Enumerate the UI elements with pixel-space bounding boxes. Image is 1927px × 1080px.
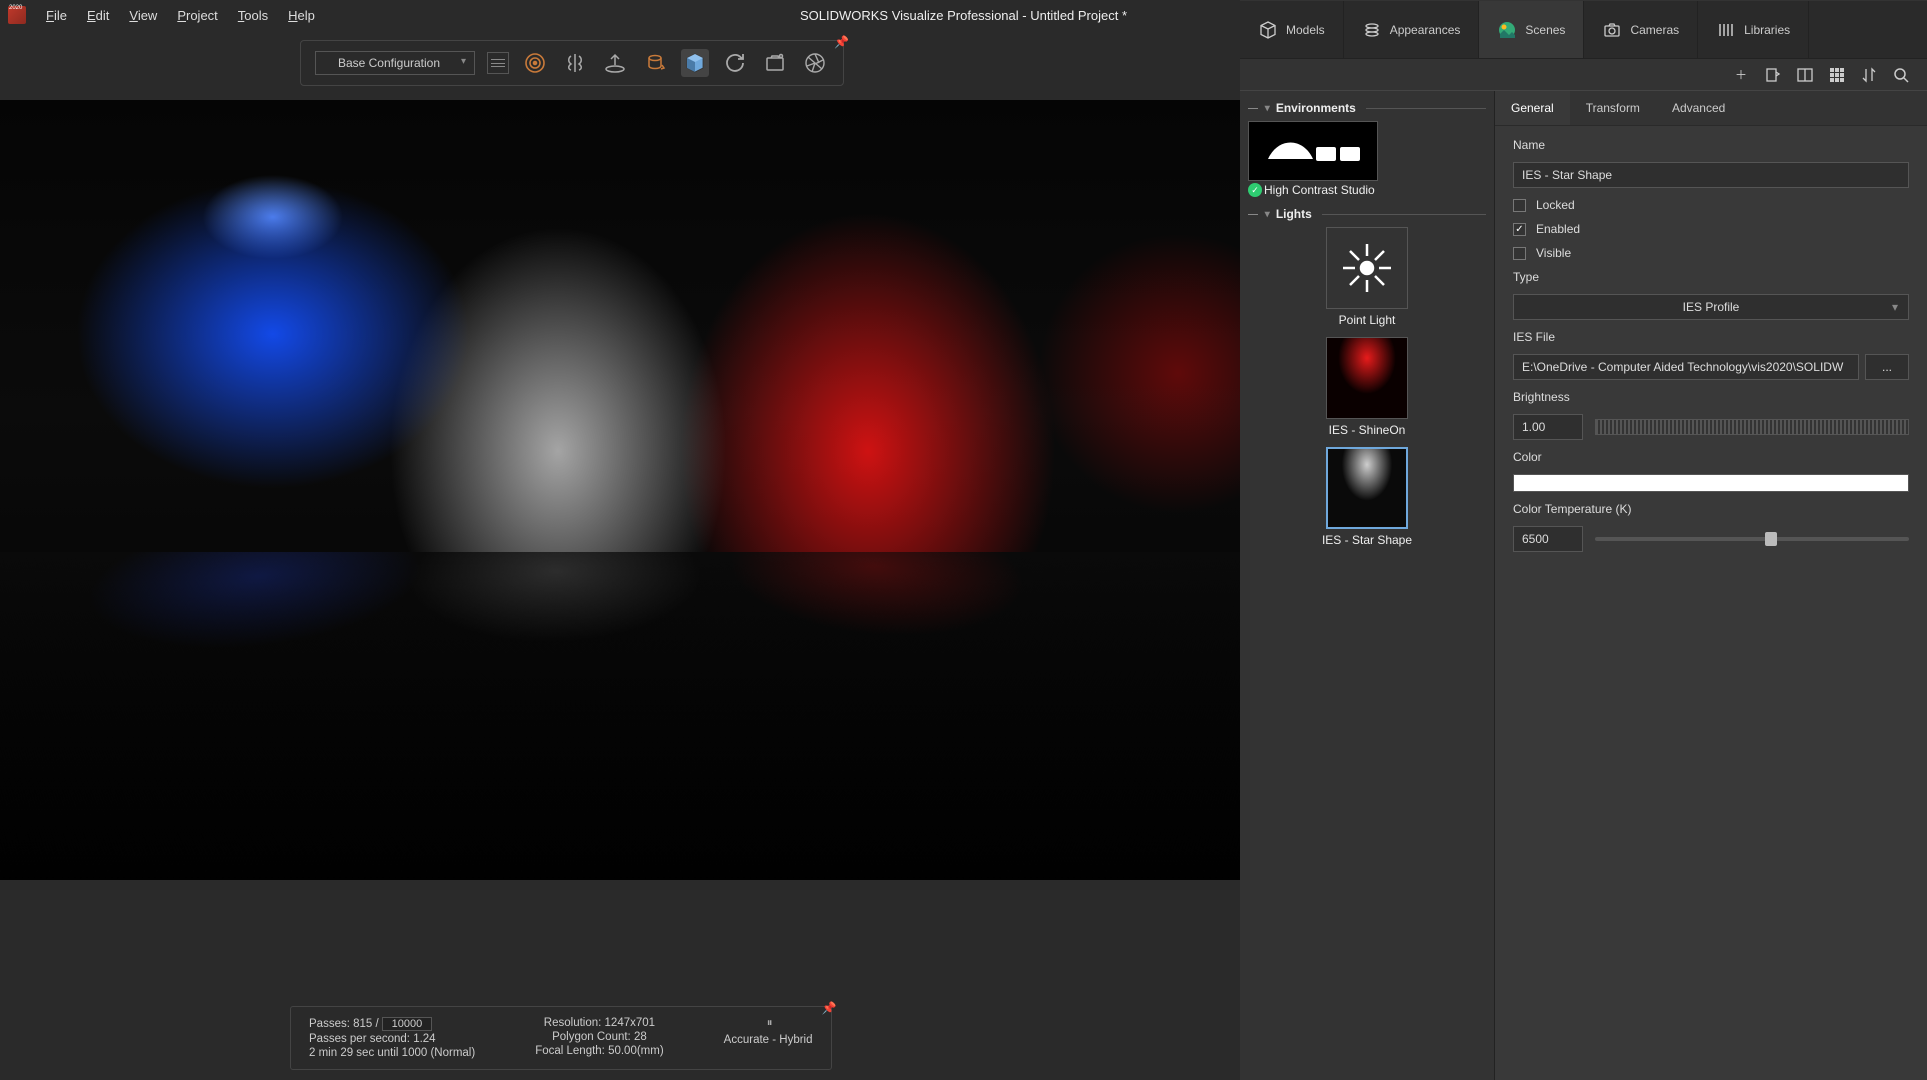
panel-icon-row: ＋ [1240,59,1927,91]
environment-label: ✓ High Contrast Studio [1248,183,1486,197]
search-icon[interactable] [1893,67,1909,83]
cube-shaded-icon[interactable] [681,49,709,77]
menu-help[interactable]: Help [288,8,315,23]
export-icon[interactable] [1765,67,1781,83]
name-label: Name [1513,138,1909,152]
check-icon: ✓ [1248,183,1262,197]
iesfile-input[interactable] [1513,354,1859,380]
brain-split-icon[interactable] [561,49,589,77]
camera-icon [1602,20,1622,40]
render-mode-text: Accurate - Hybrid [724,1034,813,1046]
locked-checkbox[interactable] [1513,199,1526,212]
passes-row: Passes: 815 / [309,1017,475,1031]
tab-transform[interactable]: Transform [1570,91,1656,125]
enabled-checkbox[interactable] [1513,223,1526,236]
menu-file[interactable]: File [46,8,67,23]
environments-section-header[interactable]: Environments [1248,101,1486,115]
focal-length-text: Focal Length: 50.00(mm) [535,1045,663,1057]
brightness-slider[interactable] [1595,419,1909,435]
light-item-starshape[interactable]: IES - Star Shape [1248,447,1486,547]
tab-scenes[interactable]: Scenes [1479,1,1584,58]
light-item-shineon[interactable]: IES - ShineOn [1248,337,1486,437]
pin-icon[interactable]: 📌 [834,35,849,49]
grid-icon[interactable] [1829,67,1845,83]
platform-icon[interactable] [601,49,629,77]
slider-thumb[interactable] [1765,532,1777,546]
panel-split: Environments ✓ High Contrast Studio Ligh… [1240,91,1927,1080]
tab-models[interactable]: Models [1240,1,1344,58]
single-pane-icon[interactable] [1797,67,1813,83]
brightness-label: Brightness [1513,390,1909,404]
render-viewport[interactable] [0,100,1240,880]
landscape-icon [1497,20,1517,40]
menu-edit[interactable]: Edit [87,8,109,23]
render-eta: 2 min 29 sec until 1000 (Normal) [309,1047,475,1059]
type-dropdown[interactable]: IES Profile [1513,294,1909,320]
main-tabstrip: Models Appearances Scenes Cameras Librar… [1240,1,1927,59]
app-icon [8,6,26,24]
add-icon[interactable]: ＋ [1733,67,1749,83]
cube-icon [1258,20,1278,40]
sort-icon[interactable] [1861,67,1877,83]
tab-libraries[interactable]: Libraries [1698,1,1809,58]
target-icon[interactable] [521,49,549,77]
menu-bar: File Edit View Project Tools Help [46,8,315,23]
color-swatch[interactable] [1513,474,1909,492]
snapshot-icon[interactable] [761,49,789,77]
colortemp-label: Color Temperature (K) [1513,502,1909,516]
refresh-icon[interactable] [721,49,749,77]
aperture-icon[interactable] [801,49,829,77]
library-icon [1716,20,1736,40]
viewport-floor [0,552,1240,880]
iesfile-label: IES File [1513,330,1909,344]
visible-checkbox[interactable] [1513,247,1526,260]
menu-tools[interactable]: Tools [238,8,268,23]
tab-general[interactable]: General [1495,91,1570,125]
brightness-input[interactable] [1513,414,1583,440]
tab-cameras[interactable]: Cameras [1584,1,1698,58]
colortemp-input[interactable] [1513,526,1583,552]
configuration-list-icon[interactable] [487,52,509,74]
colortemp-slider[interactable] [1595,537,1909,541]
tab-appearances[interactable]: Appearances [1344,1,1480,58]
browse-button[interactable]: ... [1865,354,1909,380]
tab-advanced[interactable]: Advanced [1656,91,1741,125]
scene-tree-pane: Environments ✓ High Contrast Studio Ligh… [1240,91,1495,1080]
window-title: SOLIDWORKS Visualize Professional - Unti… [800,8,1127,23]
configuration-dropdown[interactable]: Base Configuration [315,51,475,75]
type-label: Type [1513,270,1909,284]
main-toolbar: Base Configuration 📌 [300,40,844,86]
lights-section-header[interactable]: Lights [1248,207,1486,221]
menu-view[interactable]: View [129,8,157,23]
properties-tabstrip: General Transform Advanced [1495,91,1927,126]
right-panel: Models Appearances Scenes Cameras Librar… [1240,0,1927,1080]
passes-per-second: Passes per second: 1.24 [309,1033,475,1045]
pause-icon[interactable]: ⏸ [767,1017,770,1030]
light-item-point[interactable]: Point Light [1248,227,1486,327]
polygon-count-text: Polygon Count: 28 [552,1031,647,1043]
pin-icon[interactable]: 📌 [822,1001,837,1015]
sphere-stack-icon [1362,20,1382,40]
properties-pane: General Transform Advanced Name Locked E… [1495,91,1927,1080]
environment-thumbnail[interactable] [1248,121,1378,181]
passes-total-input[interactable] [382,1017,432,1031]
cylinder-rotate-icon[interactable] [641,49,669,77]
color-label: Color [1513,450,1909,464]
status-bar: Passes: 815 / Passes per second: 1.24 2 … [290,1006,832,1070]
resolution-text: Resolution: 1247x701 [544,1017,655,1029]
name-input[interactable] [1513,162,1909,188]
menu-project[interactable]: Project [177,8,217,23]
